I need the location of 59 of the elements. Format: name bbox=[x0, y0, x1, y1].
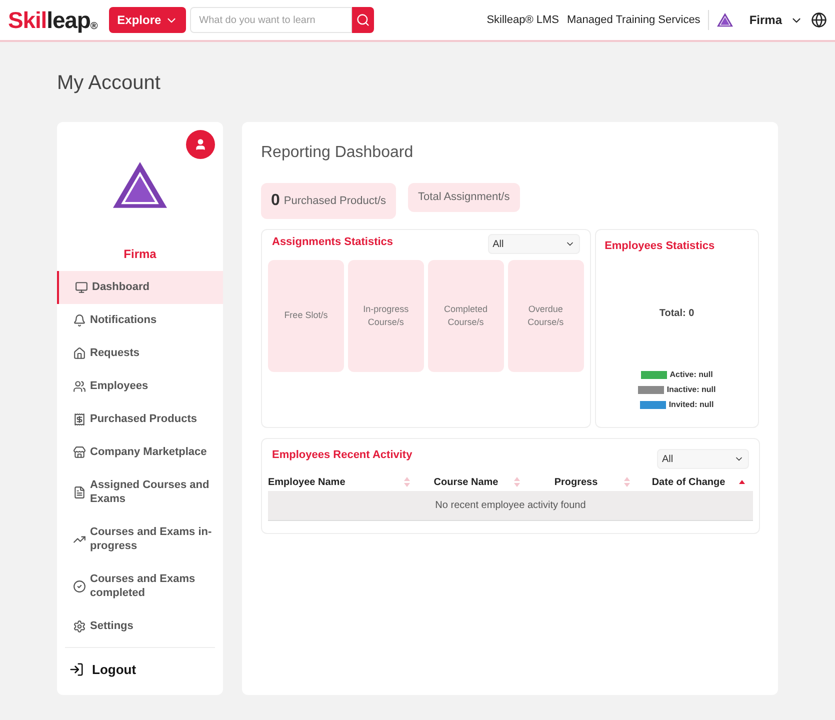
stat-tile: In-progress Course/s bbox=[348, 260, 424, 372]
column-header[interactable]: Employee Name bbox=[268, 474, 346, 490]
summary-label: Purchased Product/s bbox=[284, 194, 386, 209]
dashboard-title: Reporting Dashboard bbox=[261, 143, 414, 163]
people-icon bbox=[73, 380, 86, 393]
sidebar-item[interactable]: Requests bbox=[57, 336, 223, 370]
empty-row: No recent employee activity found bbox=[268, 491, 753, 521]
avatar-button[interactable] bbox=[186, 130, 215, 159]
user-menu[interactable]: Firma bbox=[749, 11, 803, 29]
card-title: Employees Statistics bbox=[604, 239, 716, 254]
nav-link[interactable]: Managed Training Services bbox=[567, 12, 700, 28]
sidebar-item[interactable]: Notifications bbox=[57, 304, 223, 337]
summary-label: Total Assignment/s bbox=[418, 190, 510, 206]
settings-icon bbox=[73, 620, 86, 633]
sidebar-item[interactable]: Employees bbox=[57, 370, 223, 403]
legend-label: Active: null bbox=[670, 368, 713, 380]
logout-button[interactable]: Logout bbox=[57, 660, 223, 680]
sidebar-item[interactable]: Assigned Courses and Exams bbox=[57, 468, 223, 516]
column-header[interactable]: Progress bbox=[554, 474, 598, 490]
user-icon bbox=[194, 138, 207, 151]
sidebar-item[interactable]: Company Marketplace bbox=[57, 436, 223, 469]
logo[interactable]: Skilleap® bbox=[8, 8, 98, 32]
search-icon bbox=[356, 13, 370, 27]
bell-icon bbox=[73, 314, 86, 327]
total-label: Total: 0 bbox=[658, 306, 696, 320]
column-header[interactable]: Course Name bbox=[434, 474, 498, 490]
company-logo-icon bbox=[113, 162, 167, 208]
sidebar-item[interactable]: Courses and Exams completed bbox=[57, 562, 223, 610]
legend-label: Inactive: null bbox=[666, 384, 716, 396]
stat-tile: Completed Course/s bbox=[428, 260, 504, 372]
company-logo-icon bbox=[717, 13, 734, 27]
search-field[interactable]: What do you want to learn bbox=[190, 7, 352, 33]
nav-link[interactable]: Skilleap® LMS bbox=[486, 12, 560, 28]
logout-icon bbox=[69, 662, 84, 678]
filter-dropdown[interactable]: All bbox=[488, 234, 580, 254]
sidebar-item[interactable]: Purchased Products bbox=[57, 402, 223, 436]
card-title: Employees Recent Activity bbox=[272, 448, 412, 463]
column-header[interactable]: Date of Change bbox=[652, 474, 726, 490]
company-name: Firma bbox=[122, 246, 158, 263]
check-circle-icon bbox=[73, 580, 86, 593]
document-icon bbox=[73, 486, 86, 499]
receipt-icon bbox=[73, 412, 86, 426]
filter-dropdown[interactable]: All bbox=[657, 449, 749, 469]
search-button[interactable] bbox=[352, 7, 374, 33]
summary-count: 0 bbox=[271, 191, 280, 211]
explore-button[interactable]: Explore bbox=[109, 7, 186, 33]
sidebar-item[interactable]: Settings bbox=[57, 610, 223, 643]
sort-icon[interactable] bbox=[739, 480, 745, 484]
sidebar-item[interactable]: Dashboard bbox=[57, 270, 223, 304]
monitor-icon bbox=[75, 280, 88, 294]
page-title: My Account bbox=[57, 71, 162, 96]
house-icon bbox=[73, 346, 86, 360]
stat-tile: Overdue Course/s bbox=[508, 260, 584, 372]
store-icon bbox=[73, 446, 86, 459]
card-title: Assignments Statistics bbox=[272, 235, 394, 250]
sidebar-item[interactable]: Courses and Exams in-progress bbox=[57, 516, 223, 563]
globe-icon[interactable] bbox=[811, 12, 827, 28]
stat-tile: Free Slot/s bbox=[268, 260, 344, 372]
legend-label: Invited: null bbox=[668, 398, 714, 410]
